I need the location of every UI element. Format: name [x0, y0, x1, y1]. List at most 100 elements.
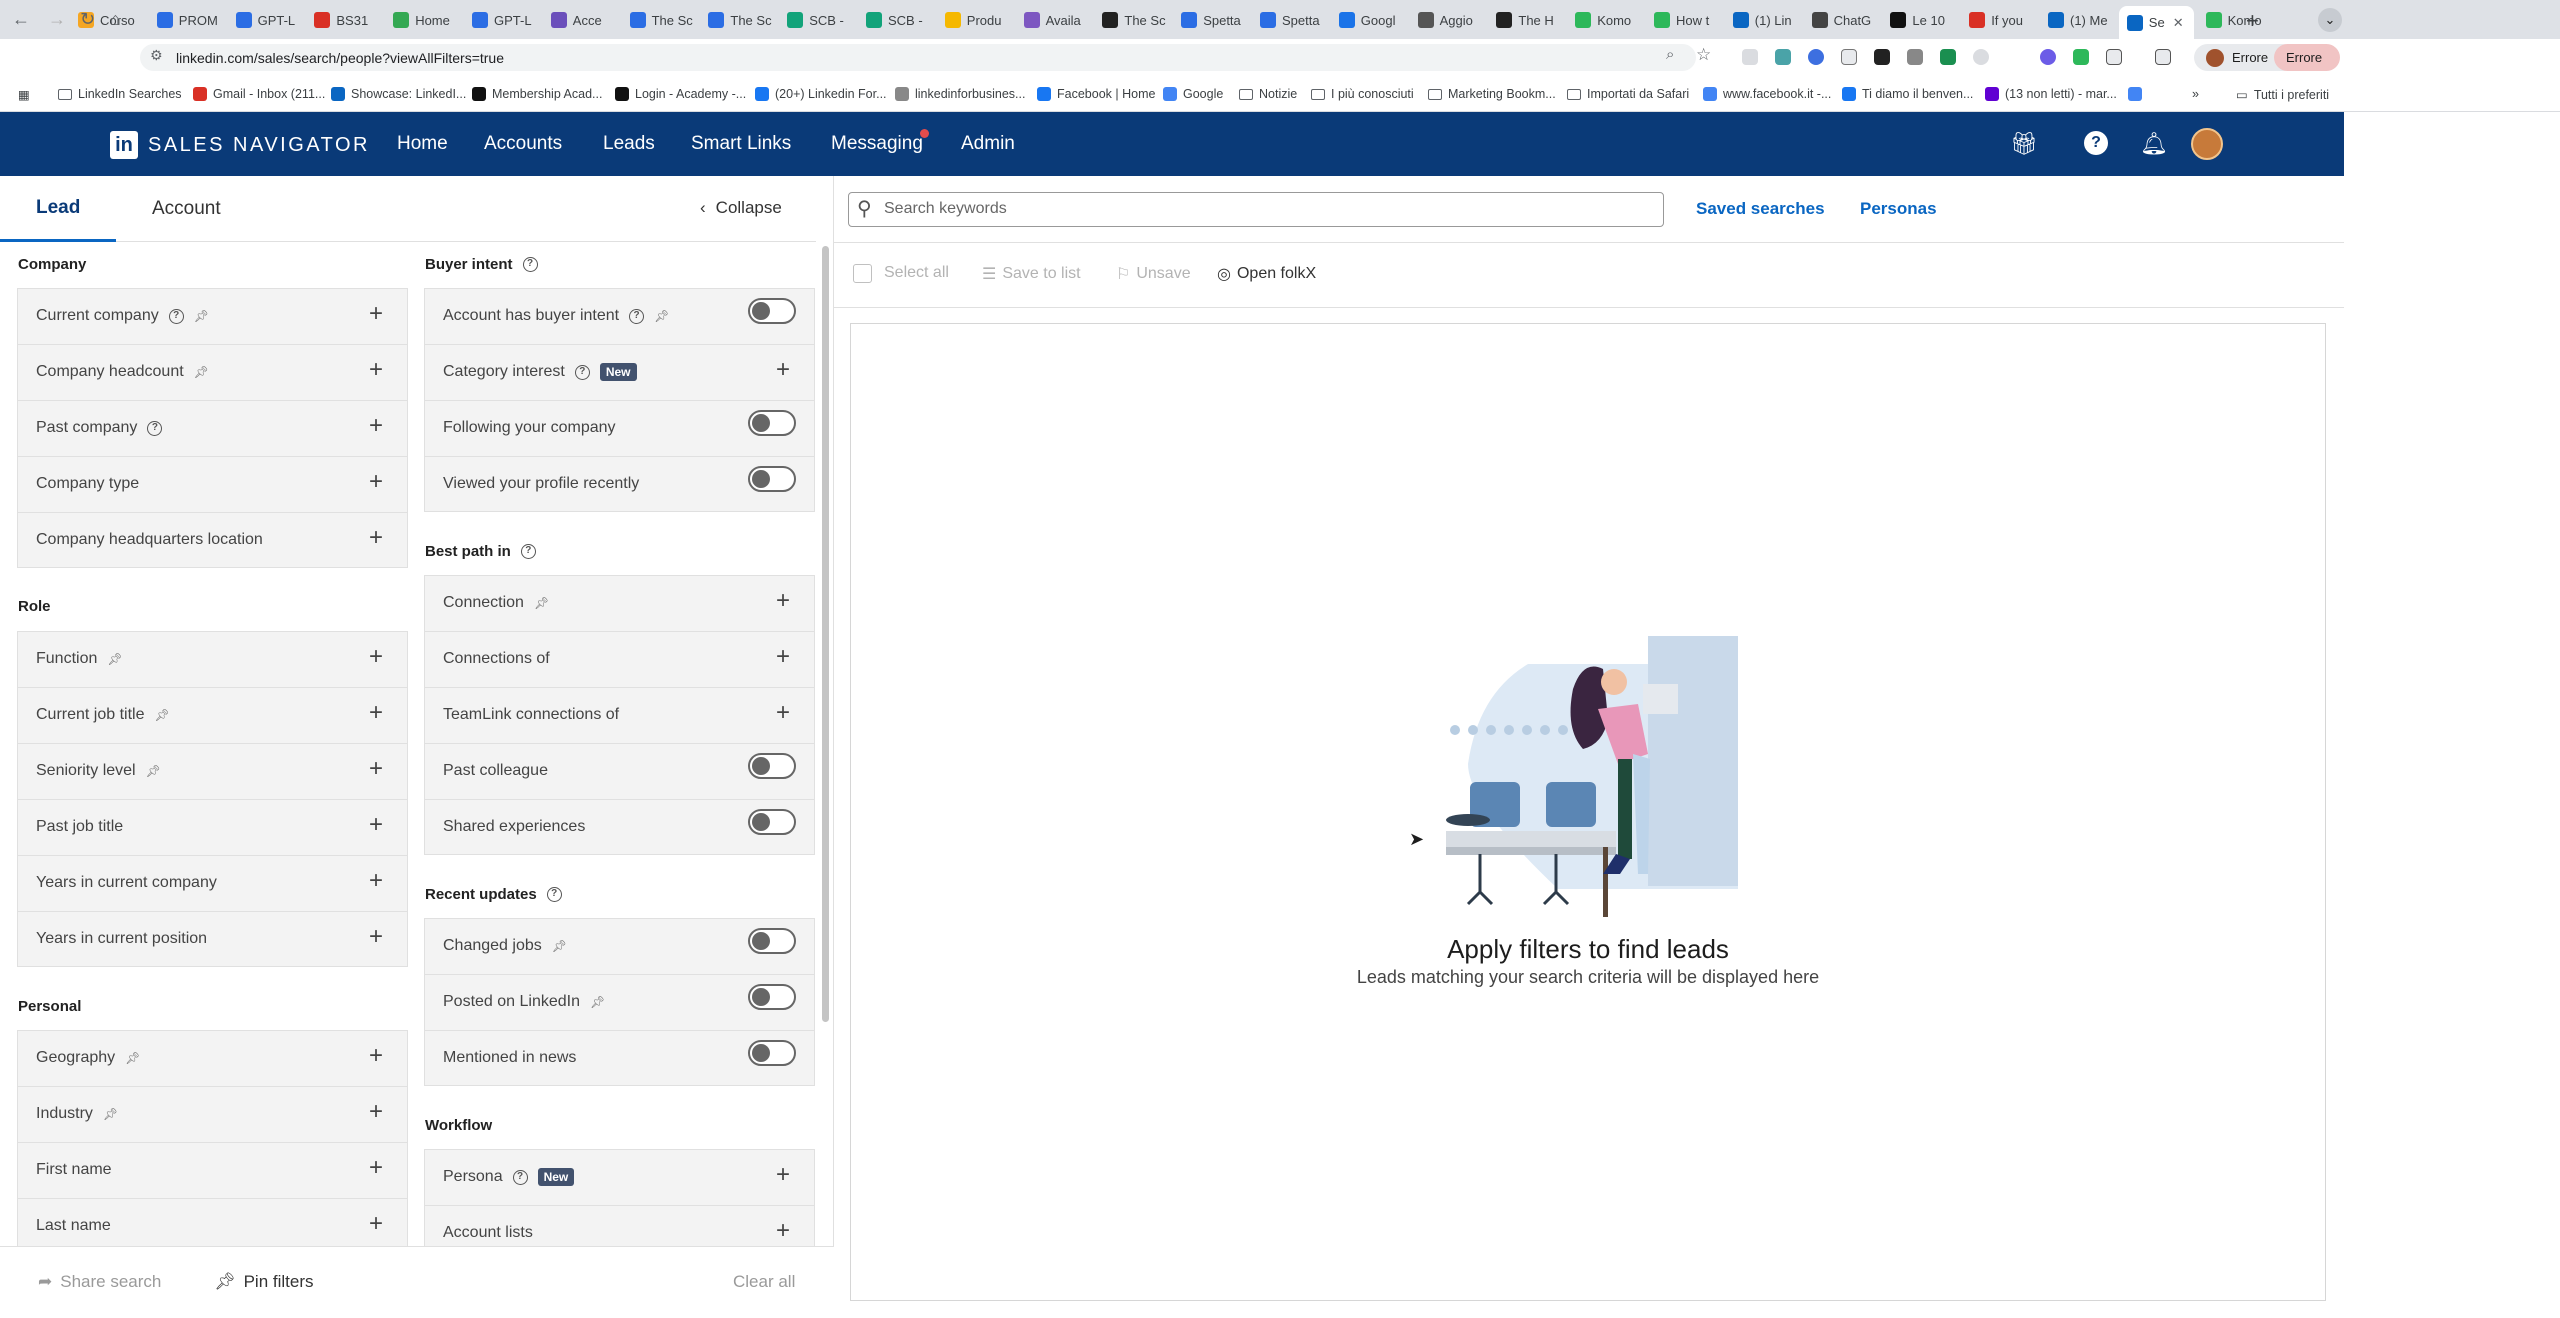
add-filter-plus-icon[interactable]: +: [369, 643, 383, 671]
gift-icon[interactable]: 🎁︎: [2010, 131, 2038, 157]
extension-icon[interactable]: [1841, 49, 1857, 65]
filter-row[interactable]: Seniority level 📌︎: [36, 743, 386, 799]
home-icon[interactable]: ⌂: [110, 9, 121, 30]
browser-tab[interactable]: Spetta: [1173, 6, 1248, 34]
new-tab-button[interactable]: +: [2246, 8, 2259, 34]
browser-tab[interactable]: Komo: [2198, 6, 2273, 34]
filter-row[interactable]: Current job title 📌︎: [36, 687, 386, 743]
browser-tab[interactable]: Komo: [1567, 6, 1642, 34]
browser-tab[interactable]: How t: [1646, 6, 1721, 34]
bookmark-item[interactable]: Showcase: LinkedI...: [331, 87, 466, 101]
bookmark-item[interactable]: Facebook | Home: [1037, 87, 1155, 101]
saved-searches-link[interactable]: Saved searches: [1696, 199, 1825, 219]
filter-toggle[interactable]: [748, 466, 796, 492]
add-filter-plus-icon[interactable]: +: [369, 1098, 383, 1126]
media-icon[interactable]: [2155, 49, 2171, 65]
pin-icon[interactable]: 📌︎: [654, 309, 669, 323]
browser-tab[interactable]: Googl: [1331, 6, 1406, 34]
browser-tab[interactable]: GPT-L: [228, 6, 303, 34]
bookmark-item[interactable]: Importati da Safari: [1567, 87, 1689, 101]
error-button[interactable]: Errore: [2274, 44, 2340, 71]
pin-icon[interactable]: 📌︎: [552, 939, 567, 953]
open-folkx-button[interactable]: ◎ Open folkX: [1217, 264, 1316, 284]
add-filter-plus-icon[interactable]: +: [776, 356, 790, 384]
browser-tab[interactable]: Se ✕: [2118, 6, 2194, 39]
browser-tab[interactable]: The Sc: [700, 6, 775, 34]
browser-tab[interactable]: (1) Me: [2040, 6, 2115, 34]
extension-icon[interactable]: [1874, 49, 1890, 65]
help-icon[interactable]: ?: [147, 420, 163, 436]
add-filter-plus-icon[interactable]: +: [369, 300, 383, 328]
pin-icon[interactable]: 📌︎: [194, 365, 209, 379]
add-filter-plus-icon[interactable]: +: [776, 643, 790, 671]
filter-row[interactable]: Persona? New: [443, 1149, 793, 1205]
filter-row[interactable]: Geography 📌︎: [36, 1030, 386, 1086]
add-filter-plus-icon[interactable]: +: [369, 412, 383, 440]
user-avatar[interactable]: [2191, 128, 2223, 160]
tab-lead[interactable]: Lead: [0, 176, 116, 242]
bookmark-item[interactable]: I più conosciuti: [1311, 87, 1414, 101]
help-icon[interactable]: ?: [512, 1169, 528, 1185]
select-all-checkbox[interactable]: [853, 264, 872, 283]
pin-icon[interactable]: 📌︎: [194, 309, 209, 323]
extension-icon[interactable]: [1907, 49, 1923, 65]
browser-tab[interactable]: Availa: [1016, 6, 1091, 34]
collapse-button[interactable]: ‹ Collapse: [700, 198, 782, 218]
filter-row[interactable]: Category interest? New: [443, 344, 793, 400]
add-filter-plus-icon[interactable]: +: [369, 699, 383, 727]
browser-tab[interactable]: If you: [1961, 6, 2036, 34]
puzzle-icon[interactable]: [2106, 49, 2122, 65]
filter-row[interactable]: Shared experiences: [443, 799, 793, 855]
filter-row[interactable]: Changed jobs 📌︎: [443, 918, 793, 974]
url-text[interactable]: linkedin.com/sales/search/people?viewAll…: [176, 50, 504, 66]
bookmarks-more-icon[interactable]: »: [2192, 87, 2199, 101]
pin-filters-button[interactable]: 📌︎ Pin filters: [214, 1272, 314, 1292]
add-filter-plus-icon[interactable]: +: [369, 923, 383, 951]
add-filter-plus-icon[interactable]: +: [369, 468, 383, 496]
browser-tab[interactable]: GPT-L: [464, 6, 539, 34]
add-filter-plus-icon[interactable]: +: [369, 867, 383, 895]
filter-toggle[interactable]: [748, 410, 796, 436]
brand-name[interactable]: SALES NAVIGATOR: [148, 134, 370, 157]
bookmark-item[interactable]: [2128, 87, 2148, 101]
filter-row[interactable]: Past company?: [36, 400, 386, 456]
help-icon[interactable]: ?: [629, 308, 645, 324]
select-all-label[interactable]: Select all: [884, 264, 949, 282]
browser-tab[interactable]: Aggio: [1410, 6, 1485, 34]
filter-toggle[interactable]: [748, 753, 796, 779]
browser-tab[interactable]: The Sc: [622, 6, 697, 34]
help-icon[interactable]: ?: [574, 364, 590, 380]
add-filter-plus-icon[interactable]: +: [776, 699, 790, 727]
nav-accounts[interactable]: Accounts: [484, 133, 562, 155]
bookmark-item[interactable]: Google: [1163, 87, 1223, 101]
zoom-icon[interactable]: ⌕: [1666, 46, 1674, 63]
linkedin-logo[interactable]: in: [110, 131, 138, 159]
extension-icon[interactable]: [2040, 49, 2056, 65]
add-filter-plus-icon[interactable]: +: [369, 811, 383, 839]
extension-icon[interactable]: [1775, 49, 1791, 65]
filter-row[interactable]: Years in current company: [36, 855, 386, 911]
filter-row[interactable]: Account has buyer intent? 📌︎: [443, 288, 793, 344]
filter-toggle[interactable]: [748, 984, 796, 1010]
bookmark-item[interactable]: Membership Acad...: [472, 87, 602, 101]
browser-tab[interactable]: ChatG: [1804, 6, 1879, 34]
filter-toggle[interactable]: [748, 1040, 796, 1066]
browser-tab[interactable]: PROM: [149, 6, 224, 34]
extension-icon[interactable]: [1973, 49, 1989, 65]
filter-row[interactable]: Following your company: [443, 400, 793, 456]
pin-icon[interactable]: 📌︎: [534, 596, 549, 610]
browser-tab[interactable]: BS31: [306, 6, 381, 34]
browser-tab[interactable]: (1) Lin: [1725, 6, 1800, 34]
tab-account[interactable]: Account: [152, 198, 221, 220]
filter-row[interactable]: Past colleague: [443, 743, 793, 799]
help-icon[interactable]: ?: [2084, 131, 2108, 155]
back-icon[interactable]: ←: [12, 9, 30, 30]
other-bookmarks-folder[interactable]: ▭ Tutti i preferiti: [2236, 87, 2329, 103]
bookmark-item[interactable]: Notizie: [1239, 87, 1297, 101]
add-filter-plus-icon[interactable]: +: [369, 524, 383, 552]
browser-tab[interactable]: Spetta: [1252, 6, 1327, 34]
filter-row[interactable]: Current company? 📌︎: [36, 288, 386, 344]
clear-all-button[interactable]: Clear all: [733, 1272, 795, 1292]
nav-messaging[interactable]: Messaging: [831, 133, 923, 155]
nav-admin[interactable]: Admin: [961, 133, 1015, 155]
